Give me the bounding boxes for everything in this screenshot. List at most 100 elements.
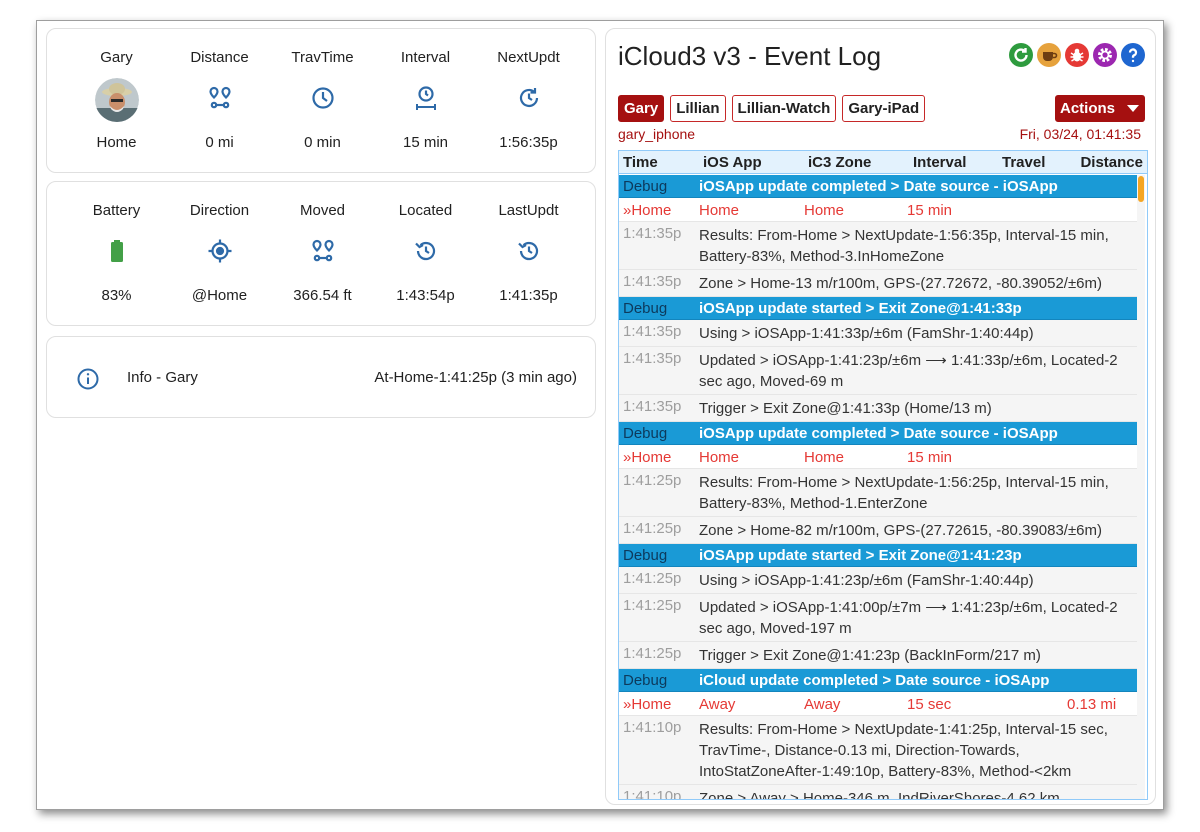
refresh-clock-icon [516, 85, 542, 111]
scroll-thumb[interactable] [1138, 176, 1144, 202]
crosshairs-icon [207, 238, 233, 264]
event-log-table[interactable]: Time iOS App iC3 Zone Interval Travel Di… [618, 150, 1148, 800]
status-cell-d: 15 min [907, 449, 953, 466]
cell-travtime[interactable]: TravTime 0 min [271, 29, 374, 172]
interval-label: Interval [400, 49, 451, 66]
message-time: 1:41:10p [623, 788, 682, 800]
debug-text: iOSApp update started > Exit Zone@1:41:3… [699, 300, 1022, 317]
status-cell-d: 15 sec [907, 696, 952, 713]
message-text: Updated > iOSApp-1:41:00p/±7m ⟶ 1:41:23p… [699, 599, 1118, 637]
battery-label: Battery [92, 202, 141, 219]
message-text: Results: From-Home > NextUpdate-1:41:25p… [699, 721, 1108, 780]
log-column-headers: Time iOS App iC3 Zone Interval Travel Di… [619, 151, 1147, 174]
message-time: 1:41:35p [623, 323, 682, 340]
cell-lastupdt[interactable]: LastUpdt 1:41:35p [477, 182, 580, 325]
status-card: Battery 83% Direction @Home Moved 366.54… [46, 181, 596, 326]
lastupdt-label: LastUpdt [498, 202, 559, 219]
debug-text: iOSApp update completed > Date source - … [699, 178, 1058, 195]
log-row-debug: Debug iOSApp update completed > Date sour… [619, 422, 1137, 445]
column-header-time: Time [623, 154, 658, 171]
device-button-gary[interactable]: Gary [618, 95, 665, 122]
status-cell-b: Home [699, 449, 740, 466]
direction-label: Direction [189, 202, 250, 219]
clock-icon [310, 85, 336, 111]
caret-down-icon [1127, 105, 1139, 112]
refresh-icon[interactable] [1009, 43, 1033, 67]
log-row-message: 1:41:35p Updated > iOSApp-1:41:23p/±6m ⟶ … [619, 347, 1137, 395]
gear-icon[interactable] [1093, 43, 1117, 67]
info-label: Info - Gary [127, 369, 198, 386]
log-rows: Debug iOSApp update completed > Date sour… [619, 175, 1137, 800]
log-row-message: 1:41:25p Zone > Home-82 m/r100m, GPS-(27.… [619, 517, 1137, 544]
device-button-gary-ipad[interactable]: Gary-iPad [842, 95, 926, 122]
status-cell-c: Home [804, 449, 845, 466]
device-selector: Gary Lillian Lillian-Watch Gary-iPad [618, 95, 926, 122]
log-row-debug: Debug iOSApp update started > Exit Zone@1… [619, 297, 1137, 320]
cell-nextupdt[interactable]: NextUpdt 1:56:35p [477, 29, 580, 172]
located-label: Located [398, 202, 453, 219]
bug-icon[interactable] [1065, 43, 1089, 67]
debug-tag: Debug [623, 672, 668, 689]
log-row-status: »Home Home Home 15 min [619, 198, 1137, 222]
column-header-ic3-zone: iC3 Zone [808, 154, 872, 171]
log-row-message: 1:41:10p Zone > Away > Home-346 m, IndRiv… [619, 785, 1137, 800]
log-row-debug: Debug iCloud update completed > Date sour… [619, 669, 1137, 692]
history-icon [516, 238, 542, 264]
message-time: 1:41:25p [623, 570, 682, 587]
message-time: 1:41:35p [623, 273, 682, 290]
log-row-message: 1:41:35p Results: From-Home > NextUpdate-… [619, 222, 1137, 270]
info-icon [76, 367, 100, 391]
message-time: 1:41:25p [623, 597, 682, 614]
status-cell-a: »Home [623, 449, 672, 466]
status-cell-a: »Home [623, 696, 672, 713]
distance-icon [207, 85, 233, 111]
timer-interval-icon [413, 85, 439, 111]
info-value: At-Home-1:41:25p (3 min ago) [374, 369, 577, 386]
message-time: 1:41:35p [623, 225, 682, 242]
person-zone: Home [96, 134, 137, 151]
debug-text: iCloud update completed > Date source - … [699, 672, 1050, 689]
log-row-message: 1:41:25p Using > iOSApp-1:41:23p/±6m (Fam… [619, 567, 1137, 594]
nextupdt-label: NextUpdt [497, 49, 560, 66]
message-text: Trigger > Exit Zone@1:41:33p (Home/13 m) [699, 400, 992, 417]
log-row-message: 1:41:10p Results: From-Home > NextUpdate-… [619, 716, 1137, 785]
avatar [94, 78, 139, 122]
message-text: Using > iOSApp-1:41:33p/±6m (FamShr-1:40… [699, 325, 1034, 342]
log-row-message: 1:41:25p Results: From-Home > NextUpdate-… [619, 469, 1137, 517]
help-icon[interactable] [1121, 43, 1145, 67]
debug-text: iOSApp update started > Exit Zone@1:41:2… [699, 547, 1022, 564]
cell-interval[interactable]: Interval 15 min [374, 29, 477, 172]
cell-distance[interactable]: Distance 0 mi [168, 29, 271, 172]
actions-dropdown[interactable]: Actions [1055, 95, 1145, 122]
cell-located[interactable]: Located 1:43:54p [374, 182, 477, 325]
device-button-lillian[interactable]: Lillian [670, 95, 726, 122]
tracking-card: Gary Home Distance 0 mi TravTime 0 min I… [46, 28, 596, 173]
status-cell-c: Home [804, 202, 845, 219]
moved-value: 366.54 ft [293, 287, 352, 304]
message-text: Zone > Home-82 m/r100m, GPS-(27.72615, -… [699, 522, 1103, 539]
cell-battery[interactable]: Battery 83% [65, 182, 168, 325]
log-row-message: 1:41:35p Zone > Home-13 m/r100m, GPS-(27.… [619, 270, 1137, 297]
person-name: Gary [100, 49, 133, 66]
status-cell-c: Away [804, 696, 841, 713]
event-log-title: iCloud3 v3 - Event Log [618, 41, 882, 71]
log-date: Fri, 03/24, 01:41:35 [1019, 126, 1141, 142]
info-card[interactable]: Info - Gary At-Home-1:41:25p (3 min ago) [46, 336, 596, 418]
log-scrollbar[interactable] [1137, 175, 1145, 799]
log-row-message: 1:41:35p Trigger > Exit Zone@1:41:33p (Ho… [619, 395, 1137, 422]
cell-moved[interactable]: Moved 366.54 ft [271, 182, 374, 325]
cell-direction[interactable]: Direction @Home [168, 182, 271, 325]
message-time: 1:41:25p [623, 645, 682, 662]
message-time: 1:41:35p [623, 398, 682, 415]
log-row-message: 1:41:25p Trigger > Exit Zone@1:41:23p (Ba… [619, 642, 1137, 669]
coffee-icon[interactable] [1037, 43, 1061, 67]
direction-value: @Home [191, 287, 248, 304]
distance-label: Distance [190, 49, 249, 66]
device-button-lillian-watch[interactable]: Lillian-Watch [731, 95, 837, 122]
message-text: Trigger > Exit Zone@1:41:23p (BackInForm… [699, 647, 1041, 664]
debug-tag: Debug [623, 547, 668, 564]
status-cell-d: 15 min [907, 202, 953, 219]
debug-text: iOSApp update completed > Date source - … [699, 425, 1058, 442]
cell-person[interactable]: Gary Home [65, 29, 168, 172]
distance-value: 0 mi [205, 134, 234, 151]
